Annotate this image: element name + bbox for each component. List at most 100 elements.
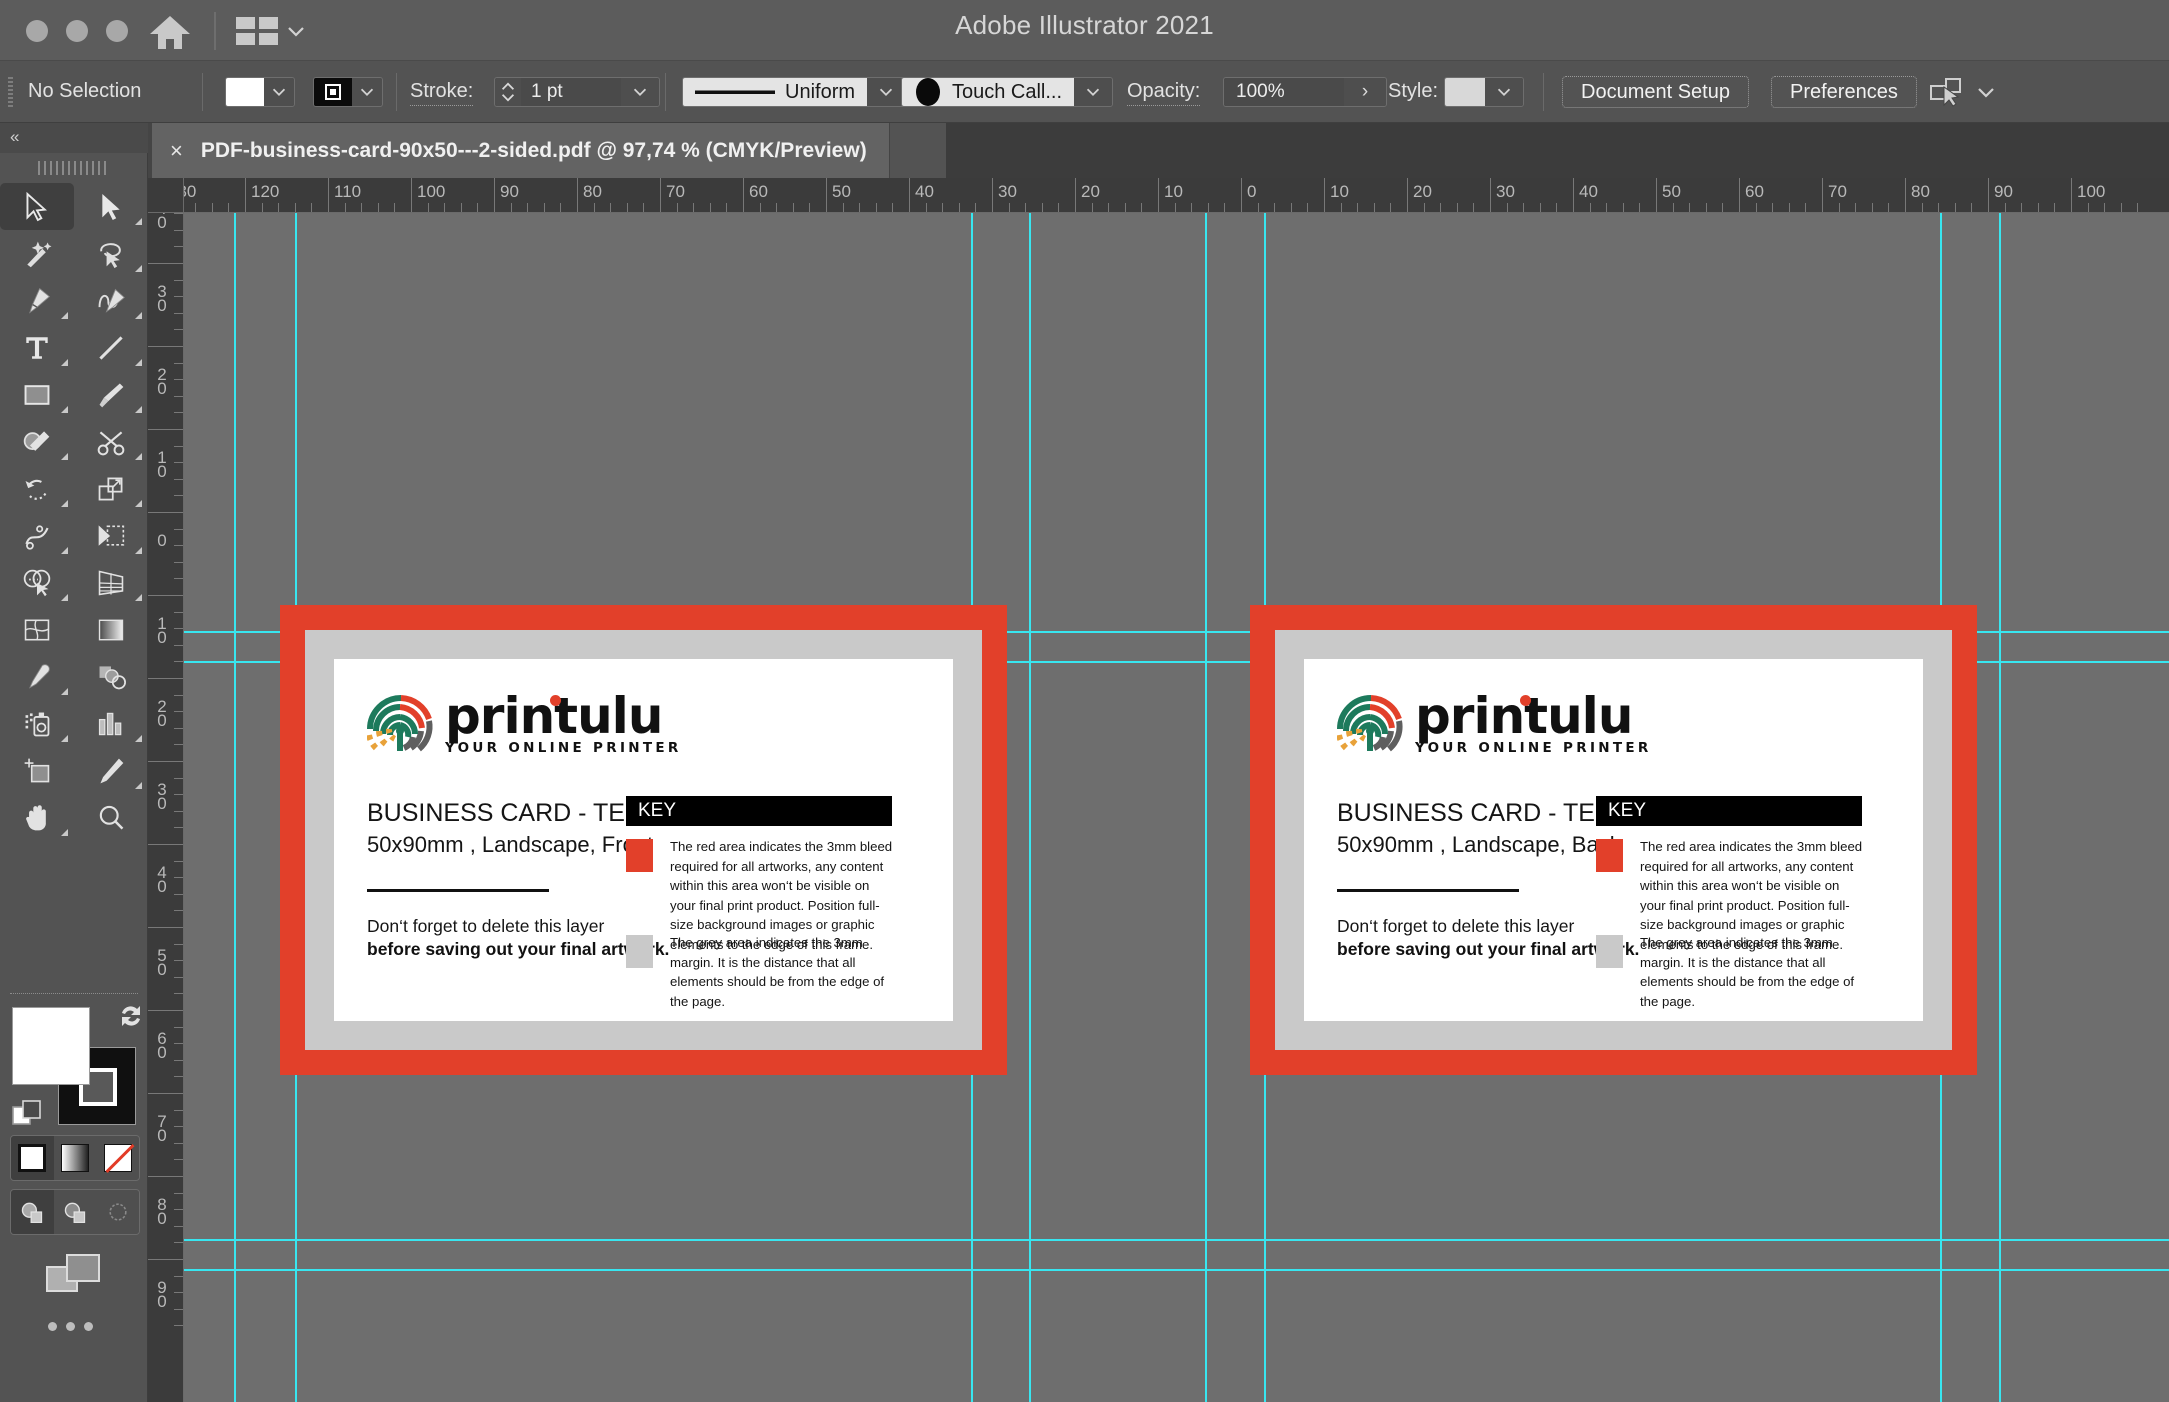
control-divider-3	[665, 73, 666, 111]
artboard-canvas[interactable]: printulu YOUR ONLINE PRINTER BUSINESS CA…	[184, 213, 2169, 1402]
tools-panel-grip[interactable]	[38, 161, 110, 175]
slice-tool[interactable]	[74, 747, 148, 794]
stroke-profile-dropdown-icon[interactable]	[867, 78, 906, 106]
select-similar-objects-icon[interactable]	[1930, 77, 1964, 107]
default-fill-stroke-icon[interactable]	[12, 1099, 46, 1129]
selection-tool[interactable]	[0, 183, 74, 230]
ruler-tick-minor	[174, 744, 183, 746]
ruler-tick-minor	[2104, 203, 2106, 212]
rotate-tool[interactable]	[0, 465, 74, 512]
ruler-tick-minor	[2137, 203, 2139, 212]
rectangle-tool[interactable]	[0, 371, 74, 418]
close-icon[interactable]: ×	[170, 139, 183, 162]
graphic-style-control[interactable]	[1444, 77, 1524, 107]
ruler-tick-minor	[759, 203, 761, 212]
vertical-ruler[interactable]: 40 30 20 10 0 10 20 30 40 50 60 70 80 90	[148, 213, 184, 1402]
ruler-tick-minor	[174, 462, 183, 464]
shape-builder-tool[interactable]	[0, 559, 74, 606]
stroke-profile-control[interactable]: Uniform	[682, 77, 907, 107]
graphic-style-swatch[interactable]	[1445, 78, 1485, 106]
stroke-color-control[interactable]	[313, 77, 383, 107]
ruler-tick-minor	[174, 1225, 183, 1227]
perspective-grid-tool[interactable]	[74, 559, 148, 606]
fill-color-control[interactable]	[225, 77, 295, 107]
color-fill-mode-button[interactable]	[11, 1136, 54, 1180]
stroke-profile-face[interactable]: Uniform	[683, 78, 868, 106]
direct-selection-tool[interactable]	[74, 183, 148, 230]
eyedropper-tool[interactable]	[0, 653, 74, 700]
stroke-weight-field[interactable]: 1 pt	[494, 77, 660, 107]
pen-tool[interactable]	[0, 277, 74, 324]
draw-behind-button[interactable]	[53, 1190, 97, 1234]
ruler-tick-minor	[1689, 203, 1691, 212]
free-transform-tool[interactable]	[74, 512, 148, 559]
curvature-tool[interactable]	[74, 277, 148, 324]
opacity-expand-icon[interactable]: ›	[1344, 78, 1386, 106]
shaper-tool[interactable]	[0, 418, 74, 465]
lasso-tool[interactable]	[74, 230, 148, 277]
ruler-label: 60	[1745, 182, 1764, 201]
fill-color-indicator[interactable]	[12, 1007, 90, 1085]
ruler-tick-minor	[1456, 203, 1458, 212]
line-segment-tool[interactable]	[74, 324, 148, 371]
stroke-weight-stepper[interactable]	[495, 78, 521, 106]
ruler-tick-major	[148, 346, 183, 347]
ruler-tick-minor	[174, 694, 183, 696]
ruler-corner[interactable]	[148, 178, 184, 213]
ruler-tick-minor	[174, 1275, 183, 1277]
ruler-label: 70	[1828, 182, 1847, 201]
ruler-tick-minor	[174, 1109, 183, 1111]
ruler-tick-major	[660, 178, 661, 212]
ruler-tick-minor	[444, 203, 446, 212]
screen-mode-icon[interactable]	[45, 1249, 105, 1299]
stroke-swatch[interactable]	[314, 78, 352, 106]
type-tool[interactable]	[0, 324, 74, 371]
stroke-weight-dropdown-icon[interactable]	[621, 78, 659, 106]
ruler-tick-major	[1407, 178, 1408, 212]
opacity-field[interactable]: 100% ›	[1223, 77, 1387, 107]
none-fill-mode-button[interactable]	[96, 1136, 139, 1180]
control-bar-grip[interactable]	[8, 77, 13, 107]
paintbrush-tool[interactable]	[74, 371, 148, 418]
horizontal-ruler[interactable]: 1301201101009080706050403020100102030405…	[184, 178, 2169, 213]
brush-definition-dropdown-icon[interactable]	[1074, 78, 1113, 106]
document-tab[interactable]: × PDF-business-card-90x50---2-sided.pdf …	[152, 123, 890, 178]
scale-tool[interactable]	[74, 465, 148, 512]
symbol-sprayer-tool[interactable]	[0, 700, 74, 747]
ruler-label: 110	[334, 182, 362, 201]
fill-dropdown-icon[interactable]	[264, 78, 294, 106]
brush-definition-control[interactable]: Touch Call...	[901, 77, 1114, 107]
magic-wand-tool[interactable]	[0, 230, 74, 277]
stroke-weight-input[interactable]: 1 pt	[521, 78, 621, 106]
gradient-tool[interactable]	[74, 606, 148, 653]
artboard-front[interactable]: printulu YOUR ONLINE PRINTER BUSINESS CA…	[280, 605, 1007, 1075]
document-setup-button[interactable]: Document Setup	[1562, 76, 1749, 108]
artboard-back[interactable]: printulu YOUR ONLINE PRINTER BUSINESS CA…	[1250, 605, 1977, 1075]
chevron-down-icon[interactable]	[1975, 81, 1997, 103]
ruler-tick-minor	[261, 203, 263, 212]
logo-tagline-front: YOUR ONLINE PRINTER	[445, 739, 682, 756]
ruler-tick-minor	[174, 545, 183, 547]
ruler-tick-major	[328, 178, 329, 212]
fill-swatch[interactable]	[226, 78, 264, 106]
opacity-input[interactable]: 100%	[1224, 78, 1344, 106]
brush-definition-face[interactable]: Touch Call...	[902, 78, 1075, 106]
width-tool[interactable]	[0, 512, 74, 559]
zoom-tool[interactable]	[74, 794, 148, 841]
scissors-tool[interactable]	[74, 418, 148, 465]
hand-tool[interactable]	[0, 794, 74, 841]
preferences-button[interactable]: Preferences	[1771, 76, 1917, 108]
more-tools-button[interactable]	[48, 1319, 100, 1333]
graphic-style-dropdown-icon[interactable]	[1485, 78, 1523, 106]
column-graph-tool[interactable]	[74, 700, 148, 747]
artboard-tool[interactable]	[0, 747, 74, 794]
draw-normal-button[interactable]	[11, 1190, 54, 1234]
mesh-tool[interactable]	[0, 606, 74, 653]
gradient-fill-mode-button[interactable]	[53, 1136, 97, 1180]
blend-tool[interactable]	[74, 653, 148, 700]
collapse-tools-panel-button[interactable]: «	[0, 123, 148, 153]
ruler-tick-minor	[1539, 203, 1541, 212]
stroke-dropdown-icon[interactable]	[352, 78, 382, 106]
swap-fill-stroke-icon[interactable]	[116, 1001, 146, 1031]
draw-inside-button[interactable]	[96, 1190, 139, 1234]
